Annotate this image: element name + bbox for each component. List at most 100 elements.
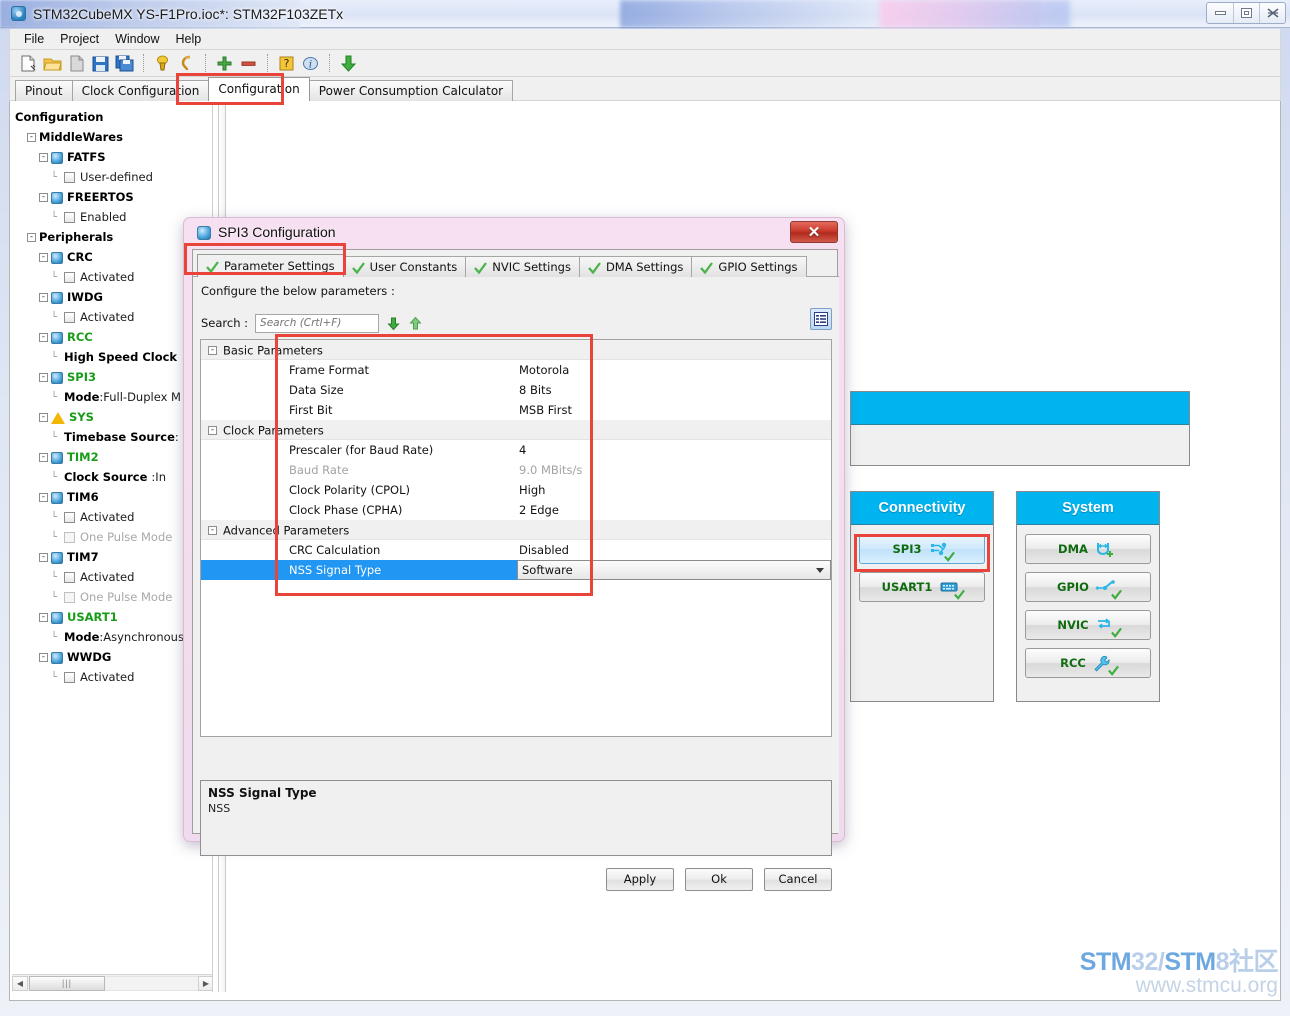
list-view-icon[interactable] — [810, 308, 832, 330]
dialog-tab-dma-settings[interactable]: DMA Settings — [578, 256, 693, 277]
peripheral-gem-icon — [51, 611, 63, 624]
save-as-icon[interactable] — [66, 53, 87, 74]
tree-checkbox[interactable] — [64, 572, 75, 583]
tree-checkbox[interactable] — [64, 212, 75, 223]
tree-item-label: RCC — [67, 330, 93, 344]
tree-item-label: SPI3 — [67, 370, 96, 384]
tree-expander-icon[interactable]: - — [39, 293, 48, 302]
about-icon[interactable]: i — [300, 53, 321, 74]
param-value-dropdown[interactable]: Software — [517, 560, 831, 580]
tree-expander-icon[interactable]: - — [39, 453, 48, 462]
menu-item-file[interactable]: File — [16, 30, 52, 48]
tree-checkbox[interactable] — [64, 272, 75, 283]
parameters-table[interactable]: - Basic Parameters Frame Format Motorola Dat… — [200, 339, 832, 737]
arrow-up-icon[interactable] — [408, 316, 423, 331]
peripheral-button-dma[interactable]: DMA — [1025, 534, 1151, 564]
chevron-down-icon[interactable] — [816, 568, 824, 573]
sidebar-horizontal-scrollbar[interactable]: ◀ ||| ▶ — [12, 974, 212, 991]
zoom-out-icon[interactable] — [238, 53, 259, 74]
dialog-tab-user-constants[interactable]: User Constants — [342, 256, 467, 277]
param-row-data-size[interactable]: Data Size 8 Bits — [201, 380, 831, 400]
peripheral-button-spi3[interactable]: SPI3 — [859, 534, 985, 564]
titlebar-glass-pink — [880, 0, 1070, 28]
param-row-prescaler-for-baud-rate[interactable]: Prescaler (for Baud Rate) 4 — [201, 440, 831, 460]
toolbar-separator — [329, 54, 330, 72]
dialog-tab-parameter-settings[interactable]: Parameter Settings — [197, 254, 344, 277]
menu-item-help[interactable]: Help — [168, 30, 210, 48]
tree-item-middlewares[interactable]: - MiddleWares — [11, 127, 212, 147]
group-expander-icon[interactable]: - — [208, 526, 217, 535]
cancel-button[interactable]: Cancel — [764, 867, 832, 891]
tree-checkbox[interactable] — [64, 312, 75, 323]
scroll-track[interactable] — [106, 975, 198, 991]
dialog-close-button[interactable]: ✕ — [790, 221, 838, 243]
menu-item-window[interactable]: Window — [107, 30, 167, 48]
tree-checkbox[interactable] — [64, 172, 75, 183]
param-group-basic-parameters[interactable]: - Basic Parameters — [201, 340, 831, 360]
open-project-icon[interactable] — [42, 53, 63, 74]
tree-expander-icon[interactable]: - — [39, 653, 48, 662]
tree-expander-icon[interactable]: - — [39, 193, 48, 202]
param-row-baud-rate[interactable]: Baud Rate 9.0 MBits/s — [201, 460, 831, 480]
peripheral-button-rcc[interactable]: RCC — [1025, 648, 1151, 678]
peripheral-button-nvic[interactable]: NVIC — [1025, 610, 1151, 640]
tree-item-value: :Full-Duplex M — [99, 390, 181, 404]
generate-code-icon[interactable] — [176, 53, 197, 74]
tab-configuration[interactable]: Configuration — [208, 77, 310, 101]
tab-clock-configuration[interactable]: Clock Configuration — [71, 80, 210, 101]
tree-expander-icon[interactable]: - — [27, 133, 36, 142]
tree-expander-icon[interactable]: - — [39, 253, 48, 262]
help-icon[interactable]: ? — [276, 53, 297, 74]
scroll-left-arrow[interactable]: ◀ — [12, 975, 28, 991]
peripheral-button-usart1[interactable]: USART1 — [859, 572, 985, 602]
save-all-icon[interactable] — [114, 53, 135, 74]
apply-button[interactable]: Apply — [606, 867, 674, 891]
param-group-advanced-parameters[interactable]: - Advanced Parameters — [201, 520, 831, 540]
param-row-clock-polarity-cpol[interactable]: Clock Polarity (CPOL) High — [201, 480, 831, 500]
search-label: Search : — [201, 316, 249, 330]
zoom-in-icon[interactable] — [214, 53, 235, 74]
scroll-thumb[interactable]: ||| — [29, 975, 105, 991]
scroll-right-arrow[interactable]: ▶ — [198, 975, 212, 991]
param-row-first-bit[interactable]: First Bit MSB First — [201, 400, 831, 420]
maximize-icon[interactable] — [1233, 3, 1259, 23]
tree-checkbox[interactable] — [64, 512, 75, 523]
param-group-clock-parameters[interactable]: - Clock Parameters — [201, 420, 831, 440]
tab-power-consumption-calculator[interactable]: Power Consumption Calculator — [308, 80, 514, 101]
tree-expander-icon[interactable]: - — [39, 333, 48, 342]
param-row-frame-format[interactable]: Frame Format Motorola — [201, 360, 831, 380]
search-input[interactable] — [255, 313, 380, 333]
new-project-icon[interactable] — [18, 53, 39, 74]
ok-button[interactable]: Ok — [685, 867, 753, 891]
save-icon[interactable] — [90, 53, 111, 74]
generate-report-icon[interactable] — [152, 53, 173, 74]
download-icon[interactable] — [338, 53, 359, 74]
dialog-tab-nvic-settings[interactable]: NVIC Settings — [465, 256, 580, 277]
tree-expander-icon[interactable]: - — [39, 373, 48, 382]
tree-item-fatfs[interactable]: - FATFS — [11, 147, 212, 167]
param-row-clock-phase-cpha[interactable]: Clock Phase (CPHA) 2 Edge — [201, 500, 831, 520]
tree-checkbox[interactable] — [64, 672, 75, 683]
tree-expander-icon[interactable]: - — [39, 413, 48, 422]
tab-pinout[interactable]: Pinout — [15, 80, 73, 101]
close-icon[interactable] — [1259, 3, 1285, 23]
group-expander-icon[interactable]: - — [208, 346, 217, 355]
minimize-icon[interactable] — [1207, 3, 1233, 23]
arrow-down-icon[interactable] — [386, 316, 401, 331]
tree-checkbox[interactable] — [64, 532, 75, 543]
param-row-nss-signal-type[interactable]: NSS Signal Type Software — [201, 560, 831, 580]
tree-item-freertos[interactable]: - FREERTOS — [11, 187, 212, 207]
tree-item-label: USART1 — [67, 610, 118, 624]
group-expander-icon[interactable]: - — [208, 426, 217, 435]
tree-expander-icon[interactable]: - — [39, 613, 48, 622]
param-row-crc-calculation[interactable]: CRC Calculation Disabled — [201, 540, 831, 560]
tree-expander-icon[interactable]: - — [27, 233, 36, 242]
tree-expander-icon[interactable]: - — [39, 153, 48, 162]
peripheral-button-gpio[interactable]: GPIO — [1025, 572, 1151, 602]
dialog-tab-gpio-settings[interactable]: GPIO Settings — [691, 256, 807, 277]
tree-item-user-defined[interactable]: └ User-defined — [11, 167, 212, 187]
tree-checkbox[interactable] — [64, 592, 75, 603]
tree-expander-icon[interactable]: - — [39, 553, 48, 562]
menu-item-project[interactable]: Project — [52, 30, 107, 48]
tree-expander-icon[interactable]: - — [39, 493, 48, 502]
